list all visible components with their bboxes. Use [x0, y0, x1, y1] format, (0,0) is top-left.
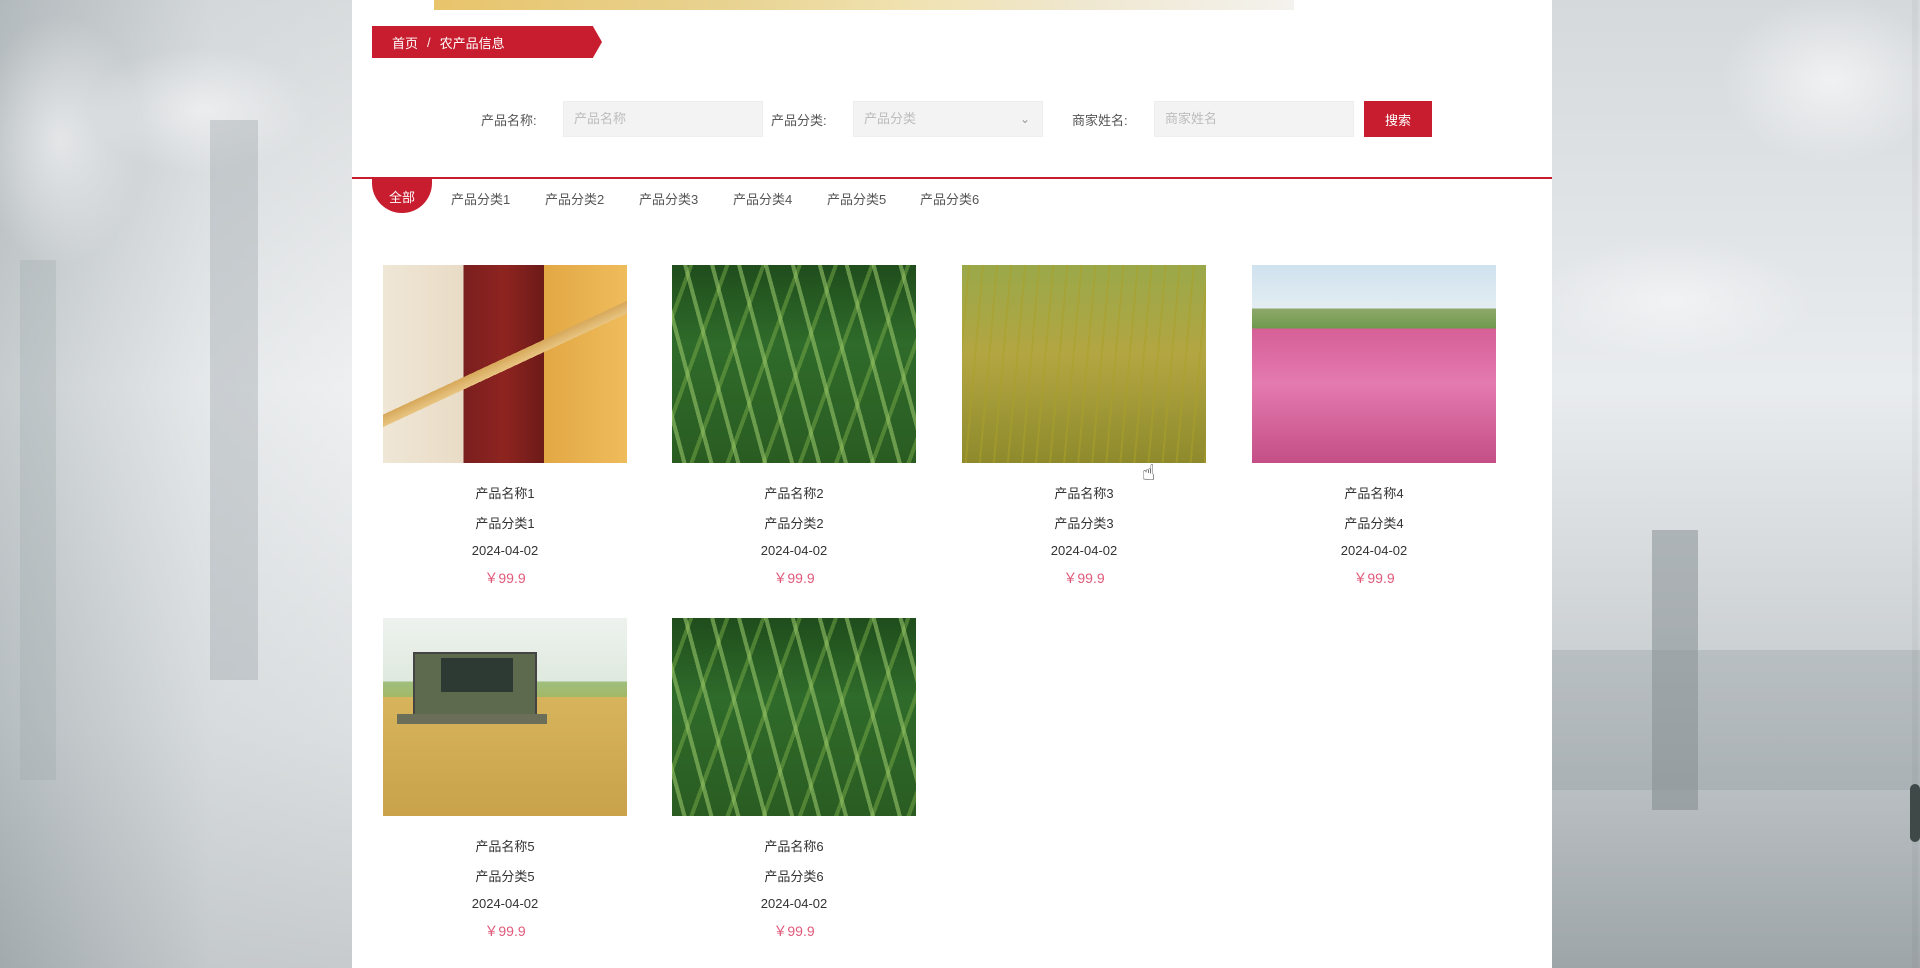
product-name: 产品名称4 — [1344, 486, 1404, 501]
section-divider — [352, 177, 1552, 179]
product-date: 2024-04-02 — [1340, 543, 1408, 558]
product-name: 产品名称3 — [1054, 486, 1114, 501]
category-select[interactable]: 产品分类 ⌄ — [853, 101, 1043, 137]
background-scenery-right — [1552, 0, 1920, 968]
product-card[interactable]: 产品名称4 产品分类4 2024-04-02 ￥99.9 — [1252, 265, 1496, 586]
breadcrumb-home[interactable]: 首页 — [392, 33, 418, 52]
product-name-label: 产品名称: — [481, 113, 537, 128]
product-card[interactable]: 产品名称3 产品分类3 2024-04-02 ￥99.9 — [962, 265, 1206, 586]
product-card[interactable]: 产品名称6 产品分类6 2024-04-02 ￥99.9 — [672, 618, 916, 939]
tab-category-5[interactable]: 产品分类5 — [827, 189, 886, 208]
product-category: 产品分类3 — [1054, 516, 1114, 531]
product-price: ￥99.9 — [1063, 570, 1105, 586]
tab-category-3[interactable]: 产品分类3 — [639, 189, 698, 208]
harvester-header — [397, 714, 547, 724]
background-railing — [1552, 650, 1920, 790]
background-pillar — [20, 260, 56, 780]
product-date: 2024-04-02 — [471, 543, 539, 558]
category-label: 产品分类: — [771, 113, 827, 128]
product-price: ￥99.9 — [484, 570, 526, 586]
product-image[interactable] — [1252, 265, 1496, 463]
merchant-label: 商家姓名: — [1072, 113, 1128, 128]
breadcrumb-current: 农产品信息 — [439, 35, 505, 51]
product-card[interactable]: 产品名称2 产品分类2 2024-04-02 ￥99.9 — [672, 265, 916, 586]
product-category: 产品分类6 — [764, 869, 824, 884]
tab-category-2[interactable]: 产品分类2 — [545, 189, 604, 208]
banner-image-bottom — [434, 0, 1294, 10]
background-scenery-left — [0, 0, 352, 968]
product-image[interactable] — [672, 265, 916, 463]
background-pillar — [210, 120, 258, 680]
breadcrumb: 首页 / 农产品信息 — [372, 26, 602, 58]
category-select-placeholder: 产品分类 — [864, 111, 917, 126]
product-card[interactable]: 产品名称5 产品分类5 2024-04-02 ￥99.9 — [383, 618, 627, 939]
product-price: ￥99.9 — [1353, 570, 1395, 586]
tab-all[interactable]: 全部 — [372, 179, 432, 213]
search-bar: 产品名称: 产品名称 产品分类: 产品分类 ⌄ 商家姓名: 商家姓名 搜索 — [352, 101, 1552, 137]
product-category: 产品分类1 — [475, 516, 535, 531]
product-name: 产品名称6 — [764, 839, 824, 854]
product-date: 2024-04-02 — [471, 896, 539, 911]
search-button[interactable]: 搜索 — [1364, 101, 1432, 137]
hand-pointer-cursor-icon: ☝ — [1142, 460, 1156, 485]
tab-category-6[interactable]: 产品分类6 — [920, 189, 979, 208]
main-content: 首页 / 农产品信息 产品名称: 产品名称 产品分类: 产品分类 ⌄ 商家姓名:… — [352, 0, 1552, 968]
product-category: 产品分类4 — [1344, 516, 1404, 531]
tab-category-1[interactable]: 产品分类1 — [451, 189, 510, 208]
product-image[interactable] — [962, 265, 1206, 463]
scrollbar-thumb[interactable] — [1910, 784, 1920, 842]
product-name: 产品名称1 — [475, 486, 535, 501]
breadcrumb-separator: / — [427, 34, 431, 50]
chevron-down-icon: ⌄ — [1019, 112, 1030, 126]
product-image[interactable] — [672, 618, 916, 816]
product-image[interactable] — [383, 265, 627, 463]
product-name: 产品名称5 — [475, 839, 535, 854]
product-price: ￥99.9 — [773, 923, 815, 939]
product-price: ￥99.9 — [773, 570, 815, 586]
harvester-cab — [441, 658, 513, 692]
product-category: 产品分类2 — [764, 516, 824, 531]
product-image[interactable] — [383, 618, 627, 816]
product-category: 产品分类5 — [475, 869, 535, 884]
merchant-input[interactable]: 商家姓名 — [1154, 101, 1354, 137]
product-card[interactable]: 产品名称1 产品分类1 2024-04-02 ￥99.9 — [383, 265, 627, 586]
product-date: 2024-04-02 — [760, 896, 828, 911]
tab-category-4[interactable]: 产品分类4 — [733, 189, 792, 208]
product-name: 产品名称2 — [764, 486, 824, 501]
product-date: 2024-04-02 — [1050, 543, 1118, 558]
product-price: ￥99.9 — [484, 923, 526, 939]
product-name-input[interactable]: 产品名称 — [563, 101, 763, 137]
product-date: 2024-04-02 — [760, 543, 828, 558]
